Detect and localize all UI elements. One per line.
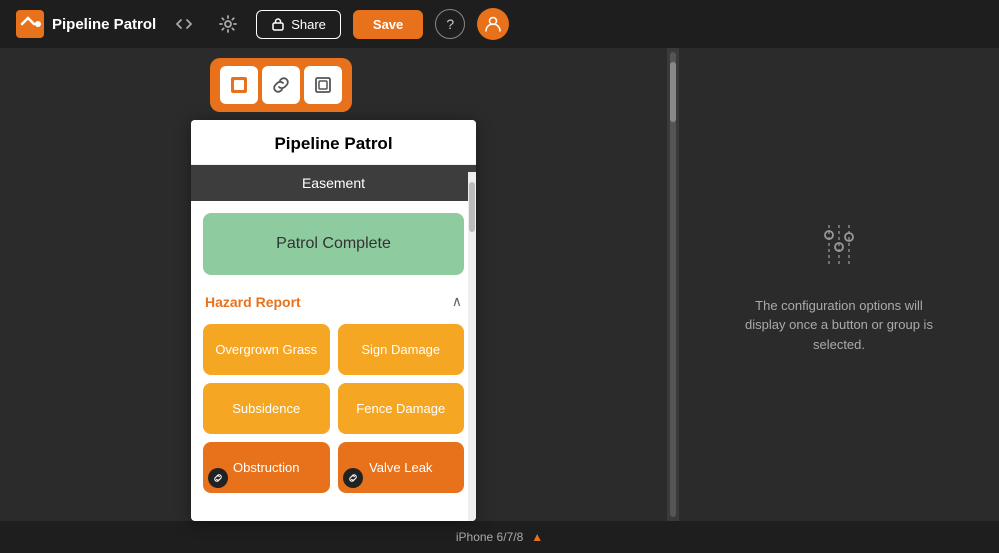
lock-icon xyxy=(271,17,285,31)
code-editor-button[interactable] xyxy=(168,8,200,40)
gear-icon xyxy=(218,14,238,34)
phone-toolbar xyxy=(210,58,352,112)
hazard-button-sign-damage[interactable]: Sign Damage xyxy=(338,324,465,375)
hazard-report-title: Hazard Report xyxy=(205,294,301,310)
hazard-button-valve-leak[interactable]: Valve Leak xyxy=(338,442,465,493)
phone-title: Pipeline Patrol xyxy=(191,120,476,165)
chevron-up-icon[interactable]: ∧ xyxy=(452,293,462,310)
link-icon xyxy=(271,75,291,95)
link-badge-valve-leak xyxy=(343,468,363,488)
section-bar: Easement xyxy=(191,165,476,201)
device-arrow[interactable]: ▲ xyxy=(531,530,543,544)
app-logo: Pipeline Patrol xyxy=(16,10,156,38)
frame-tool-button[interactable] xyxy=(304,66,342,104)
link-badge-obstruction xyxy=(208,468,228,488)
code-icon xyxy=(174,14,194,34)
settings-button[interactable] xyxy=(212,8,244,40)
main-area: Pipeline Patrol Easement Patrol Complete… xyxy=(0,48,999,521)
phone-frame: Pipeline Patrol Easement Patrol Complete… xyxy=(191,120,476,521)
nav-actions: Share Save ? xyxy=(168,8,509,40)
left-panel: Pipeline Patrol Easement Patrol Complete… xyxy=(0,48,667,521)
phone-content: Patrol Complete Hazard Report ∧ Overgrow… xyxy=(191,201,476,521)
hazard-button-fence-damage[interactable]: Fence Damage xyxy=(338,383,465,434)
text-tool-button[interactable] xyxy=(220,66,258,104)
right-panel: The configuration options will display o… xyxy=(679,48,999,521)
scrollbar-thumb[interactable] xyxy=(670,62,676,122)
user-icon xyxy=(484,15,502,33)
device-label: iPhone 6/7/8 xyxy=(456,530,523,544)
share-button[interactable]: Share xyxy=(256,10,341,39)
hazard-report-header: Hazard Report ∧ xyxy=(203,287,464,316)
text-icon xyxy=(229,75,249,95)
link-tool-button[interactable] xyxy=(262,66,300,104)
config-sliders-icon xyxy=(804,215,874,280)
hazard-button-subsidence[interactable]: Subsidence xyxy=(203,383,330,434)
save-button[interactable]: Save xyxy=(353,10,423,39)
scrollbar-track xyxy=(670,52,676,517)
hazard-button-obstruction[interactable]: Obstruction xyxy=(203,442,330,493)
avatar-button[interactable] xyxy=(477,8,509,40)
app-title: Pipeline Patrol xyxy=(52,16,156,33)
top-navigation: Pipeline Patrol Share Save ? xyxy=(0,0,999,48)
hazard-button-overgrown-grass[interactable]: Overgrown Grass xyxy=(203,324,330,375)
frame-icon xyxy=(313,75,333,95)
patrol-complete-button[interactable]: Patrol Complete xyxy=(203,213,464,275)
vertical-scrollbar[interactable] xyxy=(667,48,679,521)
bottom-bar: iPhone 6/7/8 ▲ xyxy=(0,521,999,553)
hazard-grid: Overgrown Grass Sign Damage Subsidence F… xyxy=(203,324,464,493)
help-button[interactable]: ? xyxy=(435,9,465,39)
logo-icon xyxy=(16,10,44,38)
config-message: The configuration options will display o… xyxy=(739,296,939,355)
